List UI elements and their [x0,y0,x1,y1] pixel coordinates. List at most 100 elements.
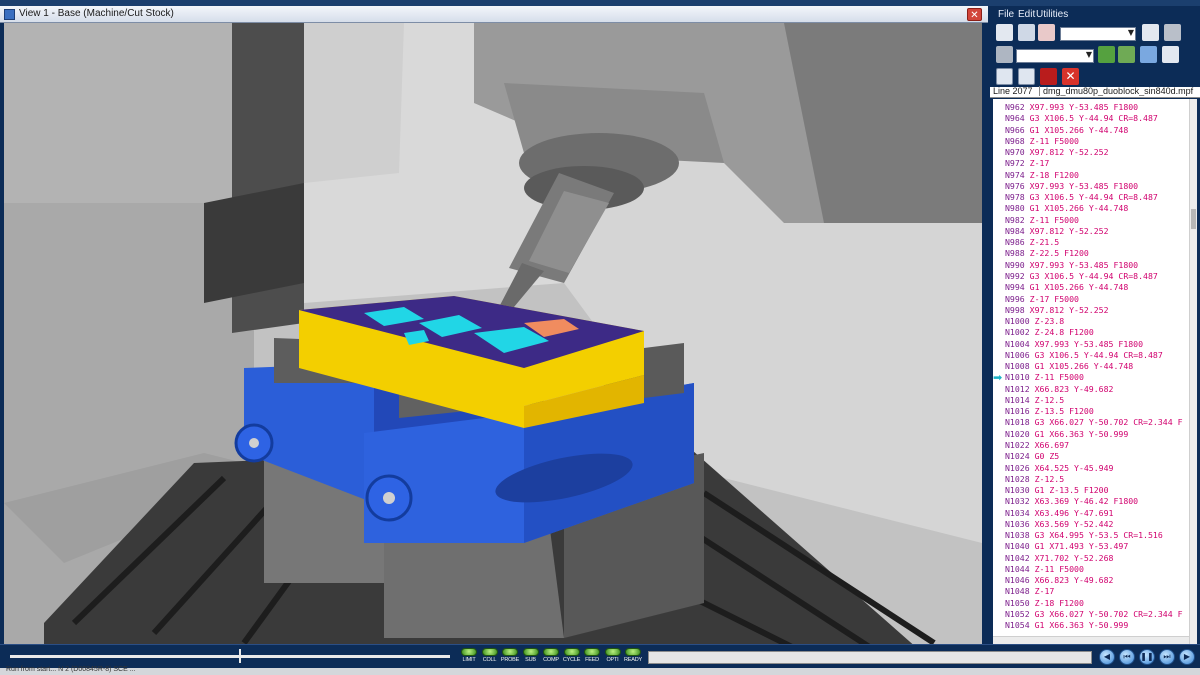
code-line[interactable]: N1040 G1 X71.493 Y-53.497 [1005,541,1183,552]
step-forward-icon[interactable]: ⏭ [1159,649,1175,665]
alert-icon[interactable] [1040,68,1057,85]
code-line[interactable]: N1054 G1 X66.363 Y-50.999 [1005,620,1183,631]
code-line[interactable]: N966 G1 X105.266 Y-44.748 [1005,125,1183,136]
split-vertical-icon[interactable] [996,68,1013,85]
code-line[interactable]: N1050 Z-18 F1200 [1005,598,1183,609]
code-line[interactable]: N1016 Z-13.5 F1200 [1005,406,1183,417]
close-icon[interactable]: ✕ [967,8,982,21]
code-line[interactable]: N994 G1 X105.266 Y-44.748 [1005,282,1183,293]
list-icon[interactable] [1142,24,1159,41]
refresh-icon[interactable] [1118,46,1135,63]
view-title: View 1 - Base (Machine/Cut Stock) [19,8,174,19]
code-line[interactable]: N990 X97.993 Y-53.485 F1800 [1005,260,1183,271]
indicator-probe: PROBE [500,648,520,668]
code-header: Line 2077 dmg_dmu80p_duoblock_sin840d.mp… [990,86,1200,98]
close-doc-icon[interactable] [1038,24,1055,41]
code-line[interactable]: N1024 G0 Z5 [1005,451,1183,462]
code-line[interactable]: N1018 G3 X66.027 Y-50.702 CR=2.344 F [1005,417,1183,428]
undo-icon[interactable] [1140,46,1157,63]
play-icon[interactable]: ▶ [1179,649,1195,665]
indicator-ready: READY [623,648,643,668]
progress-track[interactable] [648,651,1092,664]
machine-scene [4,23,982,644]
rewind-icon[interactable]: ⏮ [1119,649,1135,665]
code-line[interactable]: N1044 Z-11 F5000 [1005,564,1183,575]
code-line[interactable]: N968 Z-11 F5000 [1005,136,1183,147]
code-horizontal-scrollbar[interactable] [993,636,1189,644]
code-line[interactable]: N992 G3 X106.5 Y-44.94 CR=8.487 [1005,271,1183,282]
code-line[interactable]: N964 G3 X106.5 Y-44.94 CR=8.487 [1005,113,1183,124]
indicator-cycle: CYCLE [562,648,582,668]
code-line[interactable]: N996 Z-17 F5000 [1005,294,1183,305]
indicator-feed: FEED [582,648,602,668]
code-line[interactable]: N1008 G1 X105.266 Y-44.748 [1005,361,1183,372]
code-line[interactable]: N1012 X66.823 Y-49.682 [1005,384,1183,395]
simulation-viewport[interactable] [4,23,982,644]
code-line[interactable]: N986 Z-21.5 [1005,237,1183,248]
indicator-limit: LIMIT [459,648,479,668]
code-line[interactable]: N1036 X63.569 Y-52.442 [1005,519,1183,530]
code-line[interactable]: N1026 X64.525 Y-45.949 [1005,463,1183,474]
machine-icon[interactable] [996,46,1013,63]
timeline-slider-thumb[interactable] [238,649,241,663]
layout-select[interactable]: ▼ [1060,27,1136,41]
code-line[interactable]: N1032 X63.369 Y-46.42 F1800 [1005,496,1183,507]
print-icon[interactable] [1162,46,1179,63]
code-line[interactable]: N1034 X63.496 Y-47.691 [1005,508,1183,519]
code-line[interactable]: N974 Z-18 F1200 [1005,170,1183,181]
indicator-opti: OPTI [603,648,623,668]
side-menubar: File Edit Utilities [990,6,1200,23]
save-icon[interactable] [1018,24,1035,41]
code-line[interactable]: N980 G1 X105.266 Y-44.748 [1005,203,1183,214]
code-line[interactable]: N1014 Z-12.5 [1005,395,1183,406]
code-line[interactable]: N982 Z-11 F5000 [1005,215,1183,226]
code-line[interactable]: N970 X97.812 Y-52.252 [1005,147,1183,158]
nc-code-listing[interactable]: ➡ N962 X97.993 Y-53.485 F1800 N964 G3 X10… [993,99,1197,644]
menu-utilities[interactable]: Utilities [1036,9,1068,20]
code-line[interactable]: N1004 X97.993 Y-53.485 F1800 [1005,339,1183,350]
timeline-slider[interactable] [10,655,450,658]
code-line[interactable]: N1002 Z-24.8 F1200 [1005,327,1183,338]
view-titlebar[interactable]: View 1 - Base (Machine/Cut Stock) ✕ [0,6,988,23]
bottom-control-bar: LIMIT COLL PROBE SUB COMP CYCLE FEED OPTI READY … [0,644,1200,668]
code-line[interactable]: N1048 Z-17 [1005,586,1183,597]
pause-icon[interactable]: ❚❚ [1139,649,1155,665]
code-line[interactable]: N1038 G3 X64.995 Y-53.5 CR=1.516 [1005,530,1183,541]
code-line[interactable]: N1020 G1 X66.363 Y-50.999 [1005,429,1183,440]
window-icon [4,9,15,20]
code-line[interactable]: N988 Z-22.5 F1200 [1005,248,1183,259]
code-line[interactable]: N1042 X71.702 Y-52.268 [1005,553,1183,564]
code-line[interactable]: N1006 G3 X106.5 Y-44.94 CR=8.487 [1005,350,1183,361]
machine-select[interactable]: ▼ [1016,49,1094,63]
code-line[interactable]: N1028 Z-12.5 [1005,474,1183,485]
new-doc-icon[interactable] [996,24,1013,41]
toolbar-row-2: ▼ [990,46,1200,68]
menu-edit[interactable]: Edit [1018,9,1035,20]
code-line[interactable]: N978 G3 X106.5 Y-44.94 CR=8.487 [1005,192,1183,203]
play-reverse-icon[interactable]: ◀ [1099,649,1115,665]
code-line[interactable]: N1010 Z-11 F5000 [1005,372,1183,383]
menu-file[interactable]: File [998,9,1014,20]
status-text: Run from start... N 2 (D00845R-8) SCE ..… [6,666,136,673]
code-line[interactable]: N984 X97.812 Y-52.252 [1005,226,1183,237]
code-vertical-scrollbar[interactable] [1189,99,1197,644]
code-line[interactable]: N972 Z-17 [1005,158,1183,169]
code-lines: N962 X97.993 Y-53.485 F1800 N964 G3 X106.… [1005,102,1183,631]
code-line[interactable]: N1000 Z-23.8 [1005,316,1183,327]
connect-icon[interactable] [1098,46,1115,63]
code-line[interactable]: N976 X97.993 Y-53.485 F1800 [1005,181,1183,192]
delete-icon[interactable]: ✕ [1062,68,1079,85]
status-bar: Run from start... N 2 (D00845R-8) SCE ..… [0,666,1200,675]
toolbar-row-1: ▼ [990,24,1200,46]
code-line[interactable]: N962 X97.993 Y-53.485 F1800 [1005,102,1183,113]
code-line[interactable]: N1046 X66.823 Y-49.682 [1005,575,1183,586]
code-line[interactable]: N1022 X66.697 [1005,440,1183,451]
split-horizontal-icon[interactable] [1018,68,1035,85]
users-icon[interactable] [1164,24,1181,41]
code-line[interactable]: N1030 G1 Z-13.5 F1200 [1005,485,1183,496]
line-indicator: Line 2077 [993,86,1033,96]
program-file-name: dmg_dmu80p_duoblock_sin840d.mpf [1039,86,1197,96]
code-line[interactable]: N998 X97.812 Y-52.252 [1005,305,1183,316]
code-line[interactable]: N1052 G3 X66.027 Y-50.702 CR=2.344 F [1005,609,1183,620]
view-window: View 1 - Base (Machine/Cut Stock) ✕ [0,6,988,644]
